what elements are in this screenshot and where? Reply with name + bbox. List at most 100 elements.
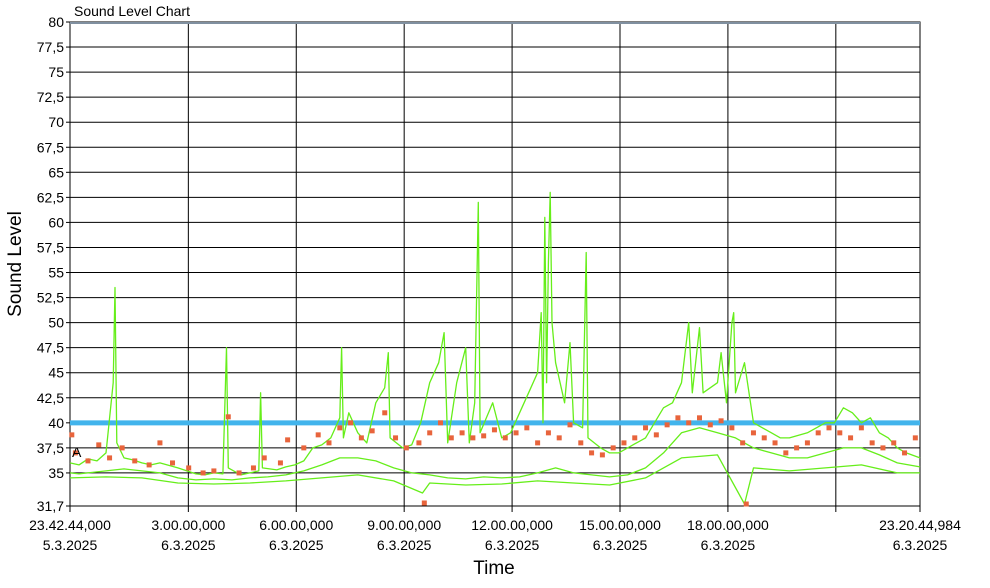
x-tick-time-label: 15.00.00,000 — [579, 517, 661, 533]
data-marker — [170, 460, 176, 466]
y-tick-label: 55 — [48, 265, 64, 281]
data-marker — [470, 435, 476, 441]
data-marker — [621, 440, 627, 446]
data-marker — [382, 410, 388, 416]
data-marker — [107, 455, 113, 461]
data-marker — [513, 430, 519, 436]
data-marker — [403, 445, 409, 451]
data-marker — [815, 430, 821, 436]
data-marker — [301, 445, 307, 451]
x-axis-title: Time — [473, 558, 515, 579]
data-marker — [225, 414, 231, 420]
data-marker — [186, 465, 192, 471]
data-marker — [589, 450, 595, 456]
y-tick-label: 72,5 — [37, 89, 64, 105]
x-tick-date-label: 6.3.2025 — [593, 537, 648, 553]
y-tick-label: 80 — [48, 14, 64, 30]
data-marker — [783, 450, 789, 456]
data-marker — [427, 430, 433, 436]
x-tick-time-label: 23.42.44,000 — [29, 517, 111, 533]
data-marker — [696, 415, 702, 421]
x-tick-time-label: 12.00.00,000 — [471, 517, 553, 533]
y-tick-label: 62,5 — [37, 189, 64, 205]
data-marker — [85, 458, 91, 464]
data-marker — [664, 422, 670, 428]
data-marker — [119, 445, 125, 451]
data-marker — [96, 442, 102, 448]
data-marker — [326, 440, 332, 446]
data-marker — [567, 422, 573, 428]
data-marker — [578, 440, 584, 446]
data-marker — [610, 445, 616, 451]
y-tick-label: 37,5 — [37, 440, 64, 456]
data-marker — [750, 430, 756, 436]
data-marker — [675, 415, 681, 421]
y-tick-label: 31,7 — [37, 498, 64, 514]
data-marker — [261, 455, 267, 461]
y-tick-label: 47,5 — [37, 340, 64, 356]
y-axis-title: Sound Level — [5, 211, 26, 317]
data-marker — [211, 468, 217, 474]
data-marker — [556, 435, 562, 441]
x-tick-time-label: 3.00.00,000 — [151, 517, 225, 533]
data-marker — [438, 420, 444, 426]
data-marker — [740, 440, 746, 446]
plot-area — [69, 21, 921, 507]
data-marker — [459, 430, 465, 436]
data-marker — [653, 432, 659, 438]
data-marker — [632, 435, 638, 441]
x-tick-date-label: 6.3.2025 — [161, 537, 216, 553]
data-marker — [718, 418, 724, 424]
y-tick-label: 40 — [48, 415, 64, 431]
data-marker — [369, 428, 375, 434]
data-marker — [837, 430, 843, 436]
data-marker — [337, 425, 343, 431]
data-marker — [848, 435, 854, 441]
data-marker — [826, 425, 832, 431]
data-marker — [315, 432, 321, 438]
data-marker — [448, 435, 454, 441]
data-marker — [236, 470, 242, 476]
x-tick-date-label: 6.3.2025 — [701, 537, 756, 553]
y-tick-label: 50 — [48, 315, 64, 331]
x-tick-date-label: 6.3.2025 — [485, 537, 540, 553]
data-marker — [880, 445, 886, 451]
x-axis-ticks: 23.42.44,000 5.3.2025 3.00.00,000 6.3.2025 6… — [29, 506, 961, 553]
marker-label-a: A — [72, 444, 82, 460]
data-marker — [146, 462, 152, 468]
data-marker — [157, 440, 163, 446]
y-tick-label: 65 — [48, 164, 64, 180]
x-tick-date-label: 6.3.2025 — [269, 537, 324, 553]
y-tick-label: 60 — [48, 214, 64, 230]
data-marker — [535, 440, 541, 446]
y-tick-label: 35 — [48, 465, 64, 481]
y-tick-label: 42,5 — [37, 390, 64, 406]
data-marker — [707, 422, 713, 428]
data-marker — [912, 435, 918, 441]
data-marker — [545, 430, 551, 436]
data-marker — [200, 470, 206, 476]
data-marker — [250, 465, 256, 471]
y-tick-label: 57,5 — [37, 239, 64, 255]
data-marker — [599, 452, 605, 458]
data-marker — [772, 440, 778, 446]
data-marker — [743, 501, 749, 507]
x-tick-date-label: 6.3.2025 — [377, 537, 432, 553]
x-tick-date-label: 6.3.2025 — [893, 537, 948, 553]
y-tick-label: 67,5 — [37, 139, 64, 155]
data-marker — [794, 445, 800, 451]
data-marker — [869, 440, 875, 446]
data-marker — [761, 435, 767, 441]
data-marker — [524, 425, 530, 431]
y-tick-label: 77,5 — [37, 39, 64, 55]
sound-level-chart: 31,7 35 37,5 40 42,5 45 47,5 50 52,5 55 57,5 60 62,5… — [5, 14, 961, 579]
x-tick-time-label: 9.00.00,000 — [367, 517, 441, 533]
data-marker — [804, 440, 810, 446]
x-tick-date-label: 5.3.2025 — [43, 537, 98, 553]
data-marker — [902, 450, 908, 456]
data-marker — [132, 458, 138, 464]
y-tick-label: 70 — [48, 114, 64, 130]
data-marker — [416, 440, 422, 446]
data-marker — [421, 500, 427, 506]
data-marker — [729, 425, 735, 431]
